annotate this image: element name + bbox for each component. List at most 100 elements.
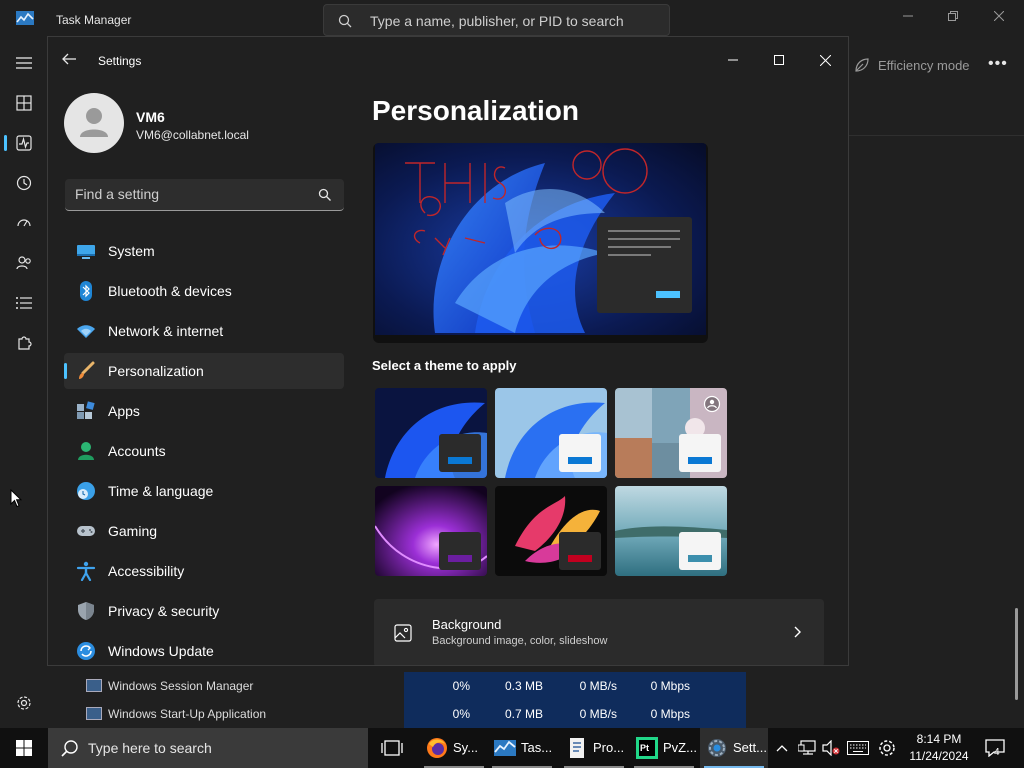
nav-item-label: Accessibility bbox=[108, 563, 185, 579]
find-setting-field[interactable] bbox=[65, 179, 344, 211]
users-icon bbox=[16, 255, 32, 271]
task-manager-search-input[interactable]: Type a name, publisher, or PID to search bbox=[323, 4, 670, 36]
memory-value: 0.3 MB bbox=[504, 679, 543, 693]
update-icon bbox=[76, 641, 96, 661]
history-icon bbox=[16, 175, 32, 191]
hamburger-menu-button[interactable] bbox=[9, 49, 39, 77]
network-tray-button[interactable] bbox=[796, 728, 818, 768]
nav-item-privacy-security[interactable]: Privacy & security bbox=[64, 593, 344, 629]
user-name: VM6 bbox=[136, 109, 165, 125]
theme-thumbnail[interactable] bbox=[495, 388, 607, 478]
nav-item-network[interactable]: Network & internet bbox=[64, 313, 344, 349]
background-setting-card[interactable]: Background Background image, color, slid… bbox=[374, 599, 824, 665]
pycharm-icon: Pt bbox=[636, 737, 658, 759]
tm-restore-button[interactable] bbox=[930, 6, 976, 26]
tm-close-button[interactable] bbox=[976, 6, 1022, 26]
nav-item-accessibility[interactable]: Accessibility bbox=[64, 553, 344, 589]
process-row[interactable]: Windows Start-Up Application 0% 0.7 MB 0… bbox=[48, 700, 1024, 728]
touch-keyboard-button[interactable] bbox=[845, 728, 871, 768]
process-row[interactable]: Windows Session Manager 0% 0.3 MB 0 MB/s… bbox=[48, 672, 1024, 700]
nav-item-bluetooth[interactable]: Bluetooth & devices bbox=[64, 273, 344, 309]
cpu-value: 0% bbox=[452, 707, 470, 721]
nav-item-apps[interactable]: Apps bbox=[64, 393, 344, 429]
theme-window-preview bbox=[439, 532, 481, 570]
notifications-button[interactable]: 4 bbox=[982, 728, 1010, 768]
svg-text:Pt: Pt bbox=[640, 743, 649, 753]
taskbar-search-box[interactable]: Type here to search bbox=[48, 728, 368, 768]
tm-nav-processes[interactable] bbox=[9, 89, 39, 117]
settings-minimize-button[interactable] bbox=[710, 45, 756, 75]
taskbar-app-task-manager[interactable]: Tas... bbox=[488, 728, 556, 768]
taskbar: Type here to search Sy... Tas... Pro... … bbox=[0, 728, 1024, 768]
find-setting-input[interactable] bbox=[75, 179, 305, 209]
nav-item-label: Bluetooth & devices bbox=[108, 283, 232, 299]
settings-maximize-button[interactable] bbox=[756, 45, 802, 75]
settings-tray-button[interactable] bbox=[876, 728, 898, 768]
volume-muted-icon bbox=[822, 740, 840, 756]
apps-icon bbox=[76, 401, 96, 421]
nav-item-label: System bbox=[108, 243, 155, 259]
avatar[interactable] bbox=[64, 93, 124, 153]
theme-thumbnail[interactable] bbox=[495, 486, 607, 576]
nav-item-gaming[interactable]: Gaming bbox=[64, 513, 344, 549]
tm-nav-startup-apps[interactable] bbox=[9, 209, 39, 237]
more-options-button[interactable]: ••• bbox=[988, 55, 1008, 73]
efficiency-mode-button[interactable]: Efficiency mode bbox=[854, 57, 970, 73]
image-icon bbox=[394, 624, 412, 642]
tm-scrollbar[interactable] bbox=[1015, 608, 1018, 700]
nav-item-windows-update[interactable]: Windows Update bbox=[64, 633, 344, 665]
process-window-icon bbox=[86, 707, 102, 720]
tm-nav-details[interactable] bbox=[9, 289, 39, 317]
taskbar-clock[interactable]: 8:14 PM 11/24/2024 bbox=[898, 731, 980, 765]
processes-icon bbox=[16, 95, 32, 111]
disk-value: 0 MB/s bbox=[579, 707, 617, 721]
user-email: VM6@collabnet.local bbox=[136, 128, 249, 142]
theme-thumbnail[interactable] bbox=[615, 486, 727, 576]
process-name: Windows Start-Up Application bbox=[108, 707, 267, 721]
tm-nav-app-history[interactable] bbox=[9, 169, 39, 197]
nav-item-label: Apps bbox=[108, 403, 140, 419]
cpu-value: 0% bbox=[452, 679, 470, 693]
maximize-icon bbox=[774, 55, 784, 65]
theme-thumbnail[interactable] bbox=[375, 486, 487, 576]
network-value: 0 Mbps bbox=[650, 679, 690, 693]
gear-icon bbox=[878, 739, 896, 757]
nav-item-label: Personalization bbox=[108, 363, 204, 379]
volume-tray-button[interactable] bbox=[820, 728, 842, 768]
start-button[interactable] bbox=[0, 728, 48, 768]
nav-item-label: Gaming bbox=[108, 523, 158, 539]
clock-date: 11/24/2024 bbox=[909, 749, 969, 763]
process-usage-cells: 0% 0.7 MB 0 MB/s 0 Mbps bbox=[404, 700, 746, 728]
tm-nav-settings[interactable] bbox=[9, 689, 39, 717]
settings-close-button[interactable] bbox=[802, 45, 848, 75]
nav-item-accounts[interactable]: Accounts bbox=[64, 433, 344, 469]
bluetooth-icon bbox=[76, 281, 96, 301]
show-hidden-icons-button[interactable] bbox=[772, 728, 792, 768]
tm-minimize-button[interactable] bbox=[885, 6, 931, 26]
back-button[interactable] bbox=[62, 53, 76, 65]
task-view-icon bbox=[381, 740, 403, 756]
wifi-icon bbox=[76, 321, 96, 341]
taskbar-app-document[interactable]: Pro... bbox=[560, 728, 628, 768]
tm-nav-performance[interactable] bbox=[9, 129, 39, 157]
task-manager-sidebar bbox=[0, 40, 48, 728]
nav-item-time-language[interactable]: Time & language bbox=[64, 473, 344, 509]
network-monitor-icon bbox=[798, 740, 816, 756]
tm-nav-services[interactable] bbox=[9, 329, 39, 357]
search-icon[interactable] bbox=[318, 188, 331, 201]
taskbar-app-firefox[interactable]: Sy... bbox=[420, 728, 488, 768]
theme-thumbnail[interactable] bbox=[615, 388, 727, 478]
nav-item-system[interactable]: System bbox=[64, 233, 344, 269]
nav-item-personalization[interactable]: Personalization bbox=[64, 353, 344, 389]
taskbar-app-pycharm[interactable]: Pt PvZ... bbox=[630, 728, 698, 768]
search-icon bbox=[61, 739, 79, 757]
background-subtitle: Background image, color, slideshow bbox=[432, 635, 608, 647]
taskbar-app-settings[interactable]: Sett... bbox=[700, 728, 768, 768]
minimize-icon bbox=[903, 11, 913, 21]
theme-thumbnail[interactable] bbox=[375, 388, 487, 478]
tm-nav-users[interactable] bbox=[9, 249, 39, 277]
minimize-icon bbox=[728, 55, 738, 65]
task-view-button[interactable] bbox=[378, 728, 406, 768]
settings-gear-icon bbox=[706, 737, 728, 759]
taskbar-app-label: Sett... bbox=[733, 740, 767, 755]
